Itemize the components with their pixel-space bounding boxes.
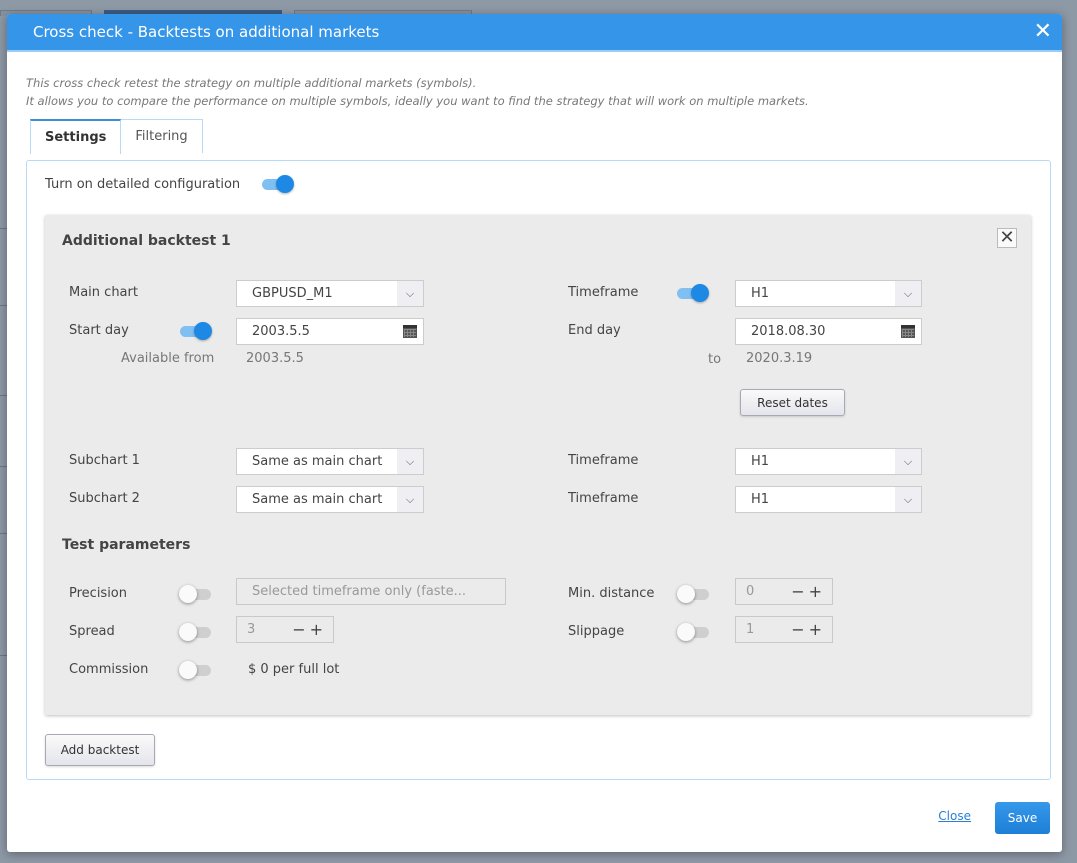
calendar-icon[interactable] xyxy=(397,325,423,338)
additional-backtest-card: Additional backtest 1 ✕ Main chart GBPUS… xyxy=(45,215,1031,715)
minus-icon[interactable]: − xyxy=(791,582,808,601)
min-distance-stepper[interactable]: 0 −+ xyxy=(735,578,833,605)
tab-filtering[interactable]: Filtering xyxy=(121,119,203,153)
commission-label: Commission xyxy=(69,662,149,677)
description-line-2: It allows you to compare the performance… xyxy=(26,94,809,108)
start-day-label: Start day xyxy=(69,323,129,338)
slippage-stepper[interactable]: 1 −+ xyxy=(735,616,833,643)
subchart1-select[interactable]: Same as main chart ⌵ xyxy=(236,448,424,475)
chevron-down-icon[interactable]: ⌵ xyxy=(397,487,423,512)
subchart2-select[interactable]: Same as main chart ⌵ xyxy=(236,486,424,513)
start-day-toggle[interactable] xyxy=(178,322,214,340)
commission-toggle[interactable] xyxy=(179,661,215,679)
dialog-titlebar: Cross check - Backtests on additional ma… xyxy=(7,14,1062,52)
plus-icon[interactable]: + xyxy=(310,620,327,639)
calendar-icon[interactable] xyxy=(895,325,921,338)
add-backtest-button[interactable]: Add backtest xyxy=(45,734,155,766)
backtest-title: Additional backtest 1 xyxy=(62,233,231,249)
available-from-label: Available from xyxy=(121,351,215,366)
end-day-value: 2018.08.30 xyxy=(751,324,826,339)
subchart2-value: Same as main chart xyxy=(252,492,383,507)
main-chart-select[interactable]: GBPUSD_M1 ⌵ xyxy=(236,280,424,307)
spread-stepper[interactable]: 3 −+ xyxy=(236,616,334,643)
spread-value: 3 xyxy=(247,622,256,637)
spread-toggle[interactable] xyxy=(179,623,215,641)
commission-value: $ 0 per full lot xyxy=(248,662,340,677)
tab-bar: Settings Filtering xyxy=(30,119,1062,154)
available-to-value: 2020.3.19 xyxy=(746,351,813,366)
precision-value: Selected timeframe only (faste... xyxy=(252,584,467,599)
min-distance-value: 0 xyxy=(746,584,755,599)
subchart1-timeframe-label: Timeframe xyxy=(568,453,639,468)
description-line-1: This cross check retest the strategy on … xyxy=(26,76,477,90)
reset-dates-button[interactable]: Reset dates xyxy=(740,389,845,416)
timeframe-select[interactable]: H1 ⌵ xyxy=(735,280,922,307)
subchart2-timeframe-select[interactable]: H1 ⌵ xyxy=(735,486,922,513)
precision-label: Precision xyxy=(69,586,128,601)
test-parameters-title: Test parameters xyxy=(62,537,191,553)
subchart2-label: Subchart 2 xyxy=(69,491,140,506)
close-icon[interactable]: ✕ xyxy=(1034,21,1052,43)
start-day-input[interactable]: 2003.5.5 xyxy=(236,318,424,345)
chevron-down-icon[interactable]: ⌵ xyxy=(397,281,423,306)
plus-icon[interactable]: + xyxy=(809,620,826,639)
subchart1-label: Subchart 1 xyxy=(69,453,140,468)
timeframe-toggle[interactable] xyxy=(675,284,711,302)
save-button[interactable]: Save xyxy=(995,802,1050,834)
minus-icon[interactable]: − xyxy=(292,620,309,639)
main-chart-label: Main chart xyxy=(69,285,138,300)
spread-label: Spread xyxy=(69,624,115,639)
chevron-down-icon[interactable]: ⌵ xyxy=(895,449,921,474)
available-from-value: 2003.5.5 xyxy=(246,351,304,366)
dialog-title: Cross check - Backtests on additional ma… xyxy=(33,23,380,41)
chevron-down-icon[interactable]: ⌵ xyxy=(895,487,921,512)
tab-settings[interactable]: Settings xyxy=(30,119,122,154)
precision-select[interactable]: Selected timeframe only (faste... xyxy=(236,578,506,605)
subchart1-timeframe-value: H1 xyxy=(751,454,770,469)
subchart1-value: Same as main chart xyxy=(252,454,383,469)
end-day-label: End day xyxy=(568,323,621,338)
slippage-value: 1 xyxy=(746,622,755,637)
min-distance-toggle[interactable] xyxy=(677,585,713,603)
cross-check-dialog: Cross check - Backtests on additional ma… xyxy=(7,14,1062,852)
minus-icon[interactable]: − xyxy=(791,620,808,639)
dialog-description: This cross check retest the strategy on … xyxy=(26,74,1062,110)
end-day-input[interactable]: 2018.08.30 xyxy=(735,318,922,345)
detailed-config-label: Turn on detailed configuration xyxy=(45,176,241,192)
plus-icon[interactable]: + xyxy=(809,582,826,601)
available-to-label: to xyxy=(708,352,722,367)
slippage-label: Slippage xyxy=(568,624,625,639)
chevron-down-icon[interactable]: ⌵ xyxy=(397,449,423,474)
detailed-config-row: Turn on detailed configuration xyxy=(45,175,296,193)
close-box-icon[interactable]: ✕ xyxy=(997,228,1017,248)
precision-toggle[interactable] xyxy=(179,585,215,603)
main-chart-value: GBPUSD_M1 xyxy=(252,286,333,301)
subchart1-timeframe-select[interactable]: H1 ⌵ xyxy=(735,448,922,475)
detailed-config-toggle[interactable] xyxy=(260,175,296,193)
settings-panel: Turn on detailed configuration Additiona… xyxy=(26,160,1051,780)
close-link[interactable]: Close xyxy=(938,809,971,823)
chevron-down-icon[interactable]: ⌵ xyxy=(895,281,921,306)
timeframe-label: Timeframe xyxy=(568,285,639,300)
slippage-toggle[interactable] xyxy=(677,623,713,641)
min-distance-label: Min. distance xyxy=(568,586,655,601)
timeframe-value: H1 xyxy=(751,286,770,301)
subchart2-timeframe-value: H1 xyxy=(751,492,770,507)
start-day-value: 2003.5.5 xyxy=(252,324,310,339)
subchart2-timeframe-label: Timeframe xyxy=(568,491,639,506)
